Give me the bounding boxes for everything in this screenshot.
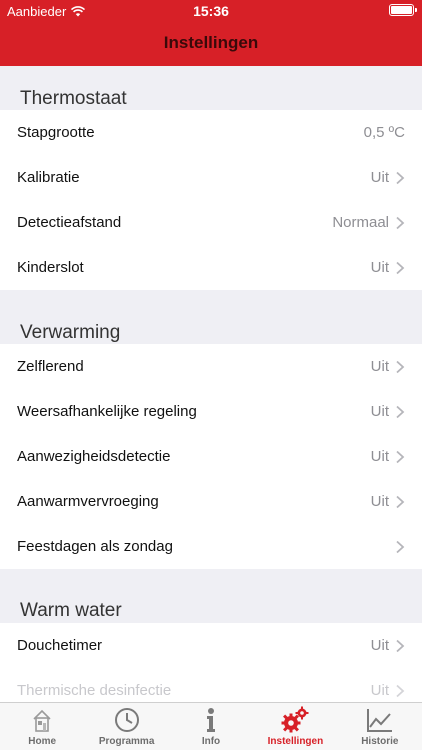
tab-instellingen[interactable]: Instellingen bbox=[253, 703, 337, 750]
row-label: Kalibratie bbox=[17, 169, 80, 186]
chevron-right-icon bbox=[396, 639, 405, 652]
page-title: Instellingen bbox=[163, 33, 259, 52]
row-label: Stapgrootte bbox=[17, 124, 95, 141]
tab-historie[interactable]: Historie bbox=[338, 703, 422, 750]
row-value: Uit bbox=[370, 403, 389, 420]
gears-icon bbox=[281, 706, 309, 733]
row-douchetimer[interactable]: Douchetimer Uit bbox=[0, 623, 422, 668]
tab-programma[interactable]: Programma bbox=[84, 703, 168, 750]
tab-label: Instellingen bbox=[267, 736, 324, 747]
clock-icon bbox=[114, 708, 139, 732]
chevron-right-icon bbox=[396, 261, 405, 274]
chevron-right-icon bbox=[396, 684, 405, 697]
row-value: Uit bbox=[370, 358, 389, 375]
tab-bar: Home Programma Info Instellingen Histori… bbox=[0, 702, 422, 750]
tab-label: Historie bbox=[361, 736, 399, 747]
row-weersafhankelijke-regeling[interactable]: Weersafhankelijke regeling Uit bbox=[0, 389, 422, 434]
row-label: Aanwezigheidsdetectie bbox=[17, 448, 171, 465]
row-value: Uit bbox=[370, 682, 389, 699]
battery-icon bbox=[389, 4, 417, 16]
chart-icon bbox=[366, 709, 392, 732]
navigation-header: Aanbieder 15:36 Instellingen bbox=[0, 0, 422, 66]
tab-info[interactable]: Info bbox=[169, 703, 253, 750]
chevron-right-icon bbox=[396, 216, 405, 229]
section-header-thermostaat: Thermostaat bbox=[20, 88, 127, 109]
row-kalibratie[interactable]: Kalibratie Uit bbox=[0, 155, 422, 200]
tab-label: Home bbox=[28, 736, 57, 747]
row-aanwarmvervroeging[interactable]: Aanwarmvervroeging Uit bbox=[0, 479, 422, 524]
chevron-right-icon bbox=[396, 405, 405, 418]
row-label: Aanwarmvervroeging bbox=[17, 493, 159, 510]
row-zelflerend[interactable]: Zelflerend Uit bbox=[0, 344, 422, 389]
tab-label: Info bbox=[201, 736, 221, 747]
row-value: Uit bbox=[370, 637, 389, 654]
row-label: Douchetimer bbox=[17, 637, 103, 654]
row-value: Uit bbox=[370, 448, 389, 465]
row-label: Zelflerend bbox=[17, 358, 84, 375]
home-icon bbox=[33, 709, 51, 732]
chevron-right-icon bbox=[396, 450, 405, 463]
chevron-right-icon bbox=[396, 171, 405, 184]
row-label: Thermische desinfectie bbox=[17, 682, 172, 699]
info-icon bbox=[207, 708, 216, 732]
tab-home[interactable]: Home bbox=[0, 703, 84, 750]
settings-group-verwarming: Zelflerend Uit Weersafhankelijke regelin… bbox=[0, 344, 422, 569]
settings-group-thermostaat: Stapgrootte 0,5 ºC Kalibratie Uit Detect… bbox=[0, 110, 422, 290]
row-value: 0,5 ºC bbox=[363, 124, 405, 141]
row-value: Uit bbox=[370, 169, 389, 186]
row-stapgrootte[interactable]: Stapgrootte 0,5 ºC bbox=[0, 110, 422, 155]
status-bar: Aanbieder 15:36 bbox=[0, 0, 422, 24]
row-value: Uit bbox=[370, 259, 389, 276]
section-header-warm-water: Warm water bbox=[20, 600, 122, 621]
status-time: 15:36 bbox=[193, 3, 229, 19]
row-feestdagen-als-zondag[interactable]: Feestdagen als zondag bbox=[0, 524, 422, 569]
row-aanwezigheidsdetectie[interactable]: Aanwezigheidsdetectie Uit bbox=[0, 434, 422, 479]
chevron-right-icon bbox=[396, 495, 405, 508]
row-value: Normaal bbox=[332, 214, 389, 231]
row-kinderslot[interactable]: Kinderslot Uit bbox=[0, 245, 422, 290]
row-label: Feestdagen als zondag bbox=[17, 538, 173, 555]
row-label: Kinderslot bbox=[17, 259, 84, 276]
chevron-right-icon bbox=[396, 540, 405, 553]
settings-group-warm-water: Douchetimer Uit Thermische desinfectie U… bbox=[0, 623, 422, 713]
tab-label: Programma bbox=[98, 736, 155, 747]
row-label: Weersafhankelijke regeling bbox=[17, 403, 197, 420]
section-header-verwarming: Verwarming bbox=[20, 322, 121, 343]
row-label: Detectieafstand bbox=[17, 214, 122, 231]
chevron-right-icon bbox=[396, 360, 405, 373]
row-value: Uit bbox=[370, 493, 389, 510]
row-detectieafstand[interactable]: Detectieafstand Normaal bbox=[0, 200, 422, 245]
